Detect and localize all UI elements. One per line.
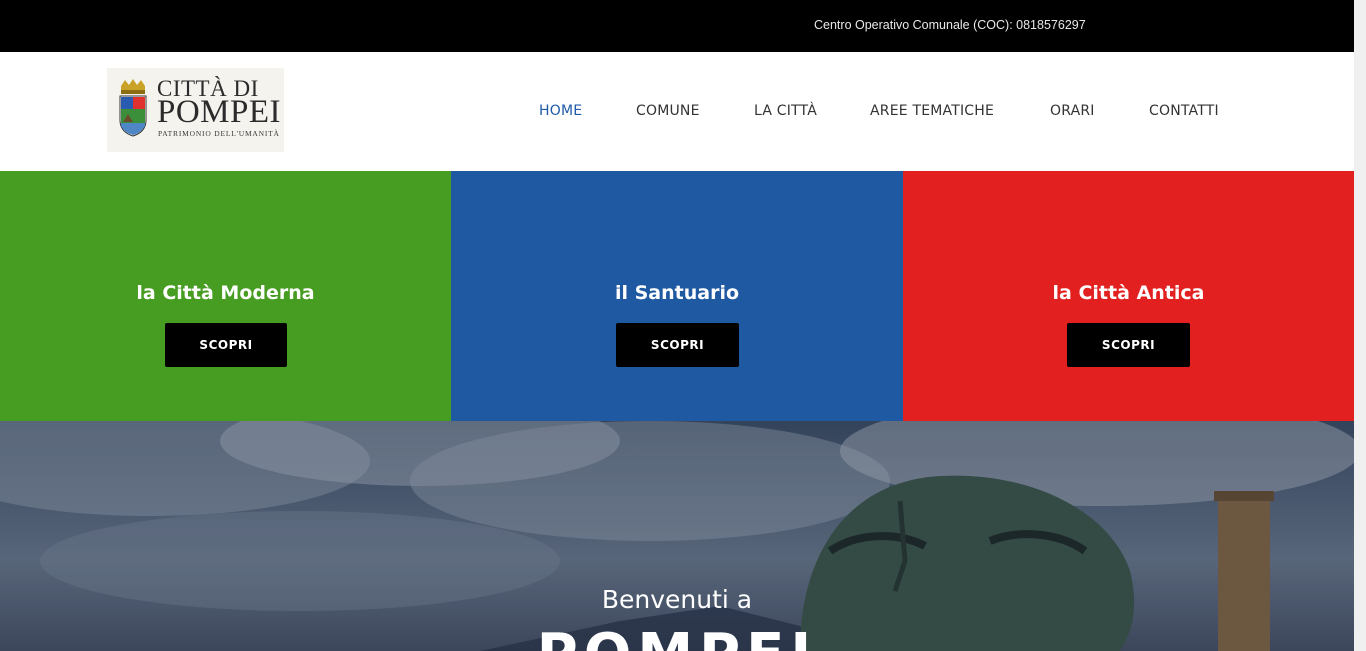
logo-text-pompei: POMPEI bbox=[157, 94, 282, 130]
scopri-button[interactable]: SCOPRI bbox=[1067, 323, 1190, 367]
panel-title: la Città Moderna bbox=[136, 282, 315, 304]
feature-panels: la Città Moderna SCOPRI il Santuario SCO… bbox=[0, 171, 1354, 421]
logo-tagline: PATRIMONIO DELL'UMANITÀ bbox=[158, 129, 280, 138]
nav-la-citta[interactable]: LA CITTÀ bbox=[754, 103, 817, 119]
panel-title: il Santuario bbox=[614, 282, 740, 304]
scopri-button[interactable]: SCOPRI bbox=[616, 323, 739, 367]
nav-orari[interactable]: ORARI bbox=[1050, 103, 1095, 119]
nav-aree-tematiche[interactable]: AREE TEMATICHE bbox=[870, 103, 994, 119]
nav-comune[interactable]: COMUNE bbox=[636, 103, 700, 119]
page-scrollbar[interactable] bbox=[1354, 0, 1366, 651]
top-bar: Centro Operativo Comunale (COC): 0818576… bbox=[0, 0, 1354, 52]
nav-home[interactable]: HOME bbox=[539, 103, 582, 119]
hero-welcome-text: Benvenuti a bbox=[601, 585, 753, 614]
panel-citta-moderna: la Città Moderna SCOPRI bbox=[0, 171, 451, 421]
hero-city-title: POMPEI bbox=[0, 627, 1354, 651]
coat-of-arms-icon bbox=[119, 79, 147, 137]
hero-overlay bbox=[0, 421, 1354, 651]
panel-citta-antica: la Città Antica SCOPRI bbox=[903, 171, 1354, 421]
nav-contatti[interactable]: CONTATTI bbox=[1149, 103, 1219, 119]
panel-title: la Città Antica bbox=[1052, 282, 1205, 304]
city-logo[interactable]: CITTÀ DI POMPEI PATRIMONIO DELL'UMANITÀ bbox=[107, 68, 284, 152]
hero-banner: Benvenuti a POMPEI bbox=[0, 421, 1354, 651]
panel-santuario: il Santuario SCOPRI bbox=[451, 171, 903, 421]
site-header: CITTÀ DI POMPEI PATRIMONIO DELL'UMANITÀ … bbox=[0, 52, 1354, 171]
scopri-button[interactable]: SCOPRI bbox=[165, 323, 287, 367]
coc-contact[interactable]: Centro Operativo Comunale (COC): 0818576… bbox=[814, 18, 1086, 32]
